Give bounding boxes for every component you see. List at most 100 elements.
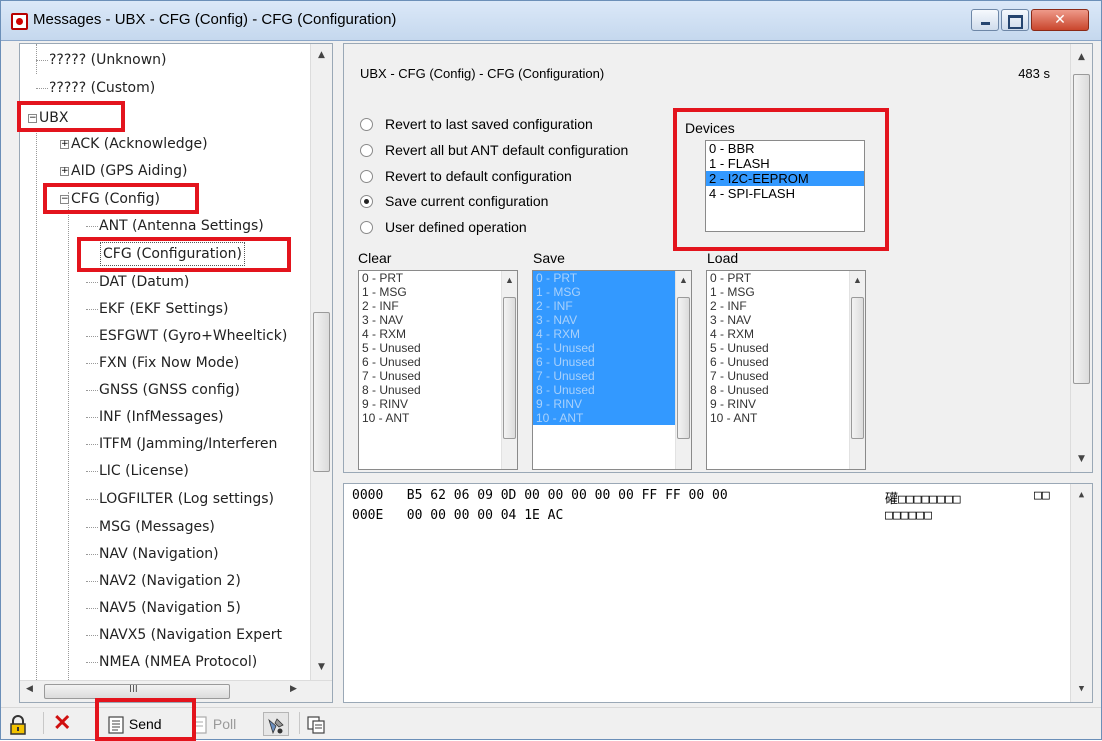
scroll-thumb[interactable] bbox=[1073, 74, 1090, 384]
devices-list[interactable]: 0 - BBR 1 - FLASH 2 - I2C-EEPROM 4 - SPI… bbox=[705, 140, 865, 232]
copy-button[interactable] bbox=[307, 712, 325, 736]
tree-item-nav2[interactable]: NAV2 (Navigation 2) bbox=[86, 569, 241, 593]
tree-item-nmea[interactable]: NMEA (NMEA Protocol) bbox=[86, 650, 257, 674]
list-item[interactable]: 1 - MSG bbox=[359, 285, 517, 299]
list-item[interactable]: 10 - ANT bbox=[533, 411, 691, 425]
list-item[interactable]: 5 - Unused bbox=[359, 341, 517, 355]
tree-item-ekf[interactable]: EKF (EKF Settings) bbox=[86, 297, 228, 321]
list-item[interactable]: 4 - RXM bbox=[359, 327, 517, 341]
scroll-down-icon[interactable]: ▼ bbox=[311, 662, 332, 672]
radio-selected-icon[interactable] bbox=[360, 195, 373, 208]
list-item[interactable]: 0 - PRT bbox=[533, 271, 691, 285]
tree-item-unknown[interactable]: ????? (Unknown) bbox=[36, 48, 167, 72]
radio-icon[interactable] bbox=[360, 170, 373, 183]
device-item[interactable]: 4 - SPI-FLASH bbox=[706, 186, 864, 201]
list-item[interactable]: 5 - Unused bbox=[707, 341, 865, 355]
list-item[interactable]: 7 - Unused bbox=[707, 369, 865, 383]
list-scrollbar[interactable]: ▲ bbox=[675, 271, 691, 469]
clear-list[interactable]: 0 - PRT 1 - MSG 2 - INF 3 - NAV 4 - RXM … bbox=[358, 270, 518, 470]
radio-revert-all-but-ant[interactable]: Revert all but ANT default configuration bbox=[360, 140, 628, 160]
tree-horizontal-scrollbar[interactable]: ◀ III ▶ bbox=[20, 680, 332, 702]
collapse-icon[interactable]: − bbox=[60, 194, 69, 204]
list-item[interactable]: 2 - INF bbox=[533, 299, 691, 313]
list-item[interactable]: 0 - PRT bbox=[707, 271, 865, 285]
poll-button[interactable]: Poll bbox=[191, 712, 236, 736]
list-item[interactable]: 9 - RINV bbox=[359, 397, 517, 411]
radio-revert-default[interactable]: Revert to default configuration bbox=[360, 166, 572, 186]
save-list[interactable]: 0 - PRT 1 - MSG 2 - INF 3 - NAV 4 - RXM … bbox=[532, 270, 692, 470]
title-bar[interactable]: Messages - UBX - CFG (Config) - CFG (Con… bbox=[1, 1, 1101, 41]
tree-item-inf[interactable]: INF (InfMessages) bbox=[86, 405, 224, 429]
list-item[interactable]: 4 - RXM bbox=[707, 327, 865, 341]
tree-item-dat[interactable]: DAT (Datum) bbox=[86, 270, 189, 294]
list-item[interactable]: 7 - Unused bbox=[533, 369, 691, 383]
scroll-up-icon[interactable]: ▲ bbox=[1071, 52, 1092, 62]
list-item[interactable]: 10 - ANT bbox=[707, 411, 865, 425]
tree-item-esfgwt[interactable]: ESFGWT (Gyro+Wheeltick) bbox=[86, 324, 287, 348]
list-item[interactable]: 4 - RXM bbox=[533, 327, 691, 341]
tree-item-custom[interactable]: ????? (Custom) bbox=[36, 76, 155, 100]
load-list[interactable]: 0 - PRT 1 - MSG 2 - INF 3 - NAV 4 - RXM … bbox=[706, 270, 866, 470]
hscroll-thumb[interactable]: III bbox=[44, 684, 230, 699]
tree-item-itfm[interactable]: ITFM (Jamming/Interferen bbox=[86, 432, 277, 456]
list-item[interactable]: 6 - Unused bbox=[707, 355, 865, 369]
list-item[interactable]: 0 - PRT bbox=[359, 271, 517, 285]
list-item[interactable]: 1 - MSG bbox=[533, 285, 691, 299]
scroll-thumb[interactable] bbox=[851, 297, 864, 439]
panel-vertical-scrollbar[interactable]: ▲ ▼ bbox=[1070, 44, 1092, 472]
list-item[interactable]: 9 - RINV bbox=[707, 397, 865, 411]
tree-item-fxn[interactable]: FXN (Fix Now Mode) bbox=[86, 351, 239, 375]
list-item[interactable]: 1 - MSG bbox=[707, 285, 865, 299]
autopoll-button[interactable] bbox=[263, 712, 289, 736]
scroll-up-icon[interactable]: ▲ bbox=[850, 275, 865, 285]
list-item[interactable]: 7 - Unused bbox=[359, 369, 517, 383]
list-item[interactable]: 8 - Unused bbox=[707, 383, 865, 397]
close-button[interactable]: ✕ bbox=[1031, 9, 1089, 31]
list-item[interactable]: 3 - NAV bbox=[533, 313, 691, 327]
device-item-selected[interactable]: 2 - I2C-EEPROM bbox=[706, 171, 864, 186]
scroll-up-icon[interactable]: ▲ bbox=[502, 275, 517, 285]
tree-item-ack[interactable]: + ACK (Acknowledge) bbox=[60, 132, 208, 156]
tree-item-ant[interactable]: ANT (Antenna Settings) bbox=[86, 214, 264, 238]
scroll-right-icon[interactable]: ▶ bbox=[290, 684, 297, 694]
expand-icon[interactable]: + bbox=[60, 139, 69, 149]
minimize-button[interactable] bbox=[971, 9, 999, 31]
scroll-thumb[interactable] bbox=[503, 297, 516, 439]
list-item[interactable]: 2 - INF bbox=[707, 299, 865, 313]
scroll-up-icon[interactable]: ▲ bbox=[676, 275, 691, 285]
radio-icon[interactable] bbox=[360, 118, 373, 131]
list-scrollbar[interactable]: ▲ bbox=[501, 271, 517, 469]
tree-item-navx5[interactable]: NAVX5 (Navigation Expert bbox=[86, 623, 282, 647]
list-item[interactable]: 8 - Unused bbox=[533, 383, 691, 397]
list-item[interactable]: 6 - Unused bbox=[533, 355, 691, 369]
list-item[interactable]: 5 - Unused bbox=[533, 341, 691, 355]
expand-icon[interactable]: + bbox=[60, 166, 69, 176]
tree-item-gnss[interactable]: GNSS (GNSS config) bbox=[86, 378, 240, 402]
hex-vertical-scrollbar[interactable]: ▲ ▼ bbox=[1070, 484, 1092, 702]
hex-view[interactable]: 0000 B5 62 06 09 0D 00 00 00 00 00 FF FF… bbox=[343, 483, 1093, 703]
scroll-up-icon[interactable]: ▲ bbox=[311, 50, 332, 60]
collapse-icon[interactable]: − bbox=[28, 113, 37, 123]
delete-button[interactable]: ✕ bbox=[53, 712, 71, 736]
send-button[interactable]: Send bbox=[107, 712, 162, 736]
tree-item-logfilter[interactable]: LOGFILTER (Log settings) bbox=[86, 487, 274, 511]
scroll-thumb[interactable] bbox=[677, 297, 690, 439]
tree-vertical-scrollbar[interactable]: ▲ ▼ bbox=[310, 44, 332, 680]
tree-item-lic[interactable]: LIC (License) bbox=[86, 459, 189, 483]
device-item[interactable]: 0 - BBR bbox=[706, 141, 864, 156]
scroll-down-icon[interactable]: ▼ bbox=[1071, 454, 1092, 464]
scroll-thumb[interactable] bbox=[313, 312, 330, 472]
list-item[interactable]: 2 - INF bbox=[359, 299, 517, 313]
list-item[interactable]: 10 - ANT bbox=[359, 411, 517, 425]
list-item[interactable]: 3 - NAV bbox=[359, 313, 517, 327]
maximize-button[interactable] bbox=[1001, 9, 1029, 31]
tree-item-ubx[interactable]: − UBX bbox=[28, 106, 68, 130]
scroll-up-icon[interactable]: ▲ bbox=[1071, 490, 1092, 500]
lock-button[interactable] bbox=[9, 712, 27, 736]
tree-item-aid[interactable]: + AID (GPS Aiding) bbox=[60, 159, 188, 183]
scroll-down-icon[interactable]: ▼ bbox=[1071, 684, 1092, 694]
list-item[interactable]: 9 - RINV bbox=[533, 397, 691, 411]
list-item[interactable]: 3 - NAV bbox=[707, 313, 865, 327]
radio-icon[interactable] bbox=[360, 221, 373, 234]
radio-revert-last-saved[interactable]: Revert to last saved configuration bbox=[360, 114, 593, 134]
